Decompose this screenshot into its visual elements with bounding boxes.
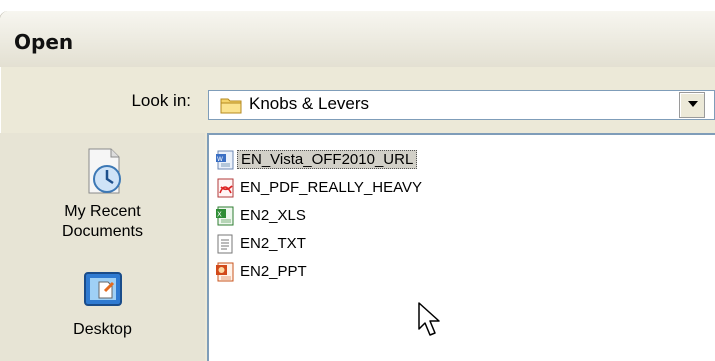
folder-icon <box>220 98 242 114</box>
file-list[interactable]: W EN_Vista_OFF2010_URL EN_PDF_REALLY_HEA… <box>207 133 715 361</box>
file-item[interactable]: X EN2_XLS <box>215 203 490 230</box>
title-bar[interactable]: Open <box>0 11 715 67</box>
svg-text:W: W <box>217 156 223 163</box>
place-label-line1: My Recent <box>64 203 141 220</box>
mouse-cursor-icon <box>418 302 440 336</box>
file-item[interactable]: EN2_TXT <box>215 231 490 258</box>
open-dialog: Open Look in: Knobs & Levers My Recent D… <box>0 11 715 361</box>
place-my-recent-documents[interactable]: My Recent Documents <box>0 145 205 242</box>
desktop-icon <box>83 272 122 306</box>
dialog-title: Open <box>14 30 74 54</box>
pdf-document-icon <box>217 178 234 198</box>
look-in-label: Look in: <box>131 91 191 110</box>
file-name: EN_PDF_REALLY_HEAVY <box>240 179 423 196</box>
place-label-line2: Documents <box>62 223 143 240</box>
file-item[interactable]: W EN_Vista_OFF2010_URL <box>215 147 490 174</box>
excel-document-icon: X <box>216 206 234 226</box>
look-in-dropdown[interactable]: Knobs & Levers <box>208 90 715 120</box>
dropdown-button[interactable] <box>679 92 705 118</box>
chevron-down-icon <box>688 101 698 107</box>
file-name: EN2_PPT <box>240 263 307 280</box>
file-name: EN2_XLS <box>240 207 306 224</box>
powerpoint-document-icon <box>216 262 234 282</box>
places-bar: My Recent Documents Desktop <box>0 133 205 361</box>
place-desktop[interactable]: Desktop <box>0 267 205 340</box>
look-in-value: Knobs & Levers <box>249 94 370 113</box>
file-name: EN_Vista_OFF2010_URL <box>237 150 418 169</box>
svg-text:X: X <box>217 211 222 219</box>
file-name: EN2_TXT <box>240 235 306 252</box>
file-item[interactable]: EN_PDF_REALLY_HEAVY <box>215 175 490 202</box>
text-document-icon <box>217 234 233 254</box>
place-label-line1: Desktop <box>73 321 132 338</box>
file-item[interactable]: EN2_PPT <box>215 259 490 286</box>
word-document-icon: W <box>216 150 234 170</box>
recent-documents-icon <box>88 148 121 194</box>
